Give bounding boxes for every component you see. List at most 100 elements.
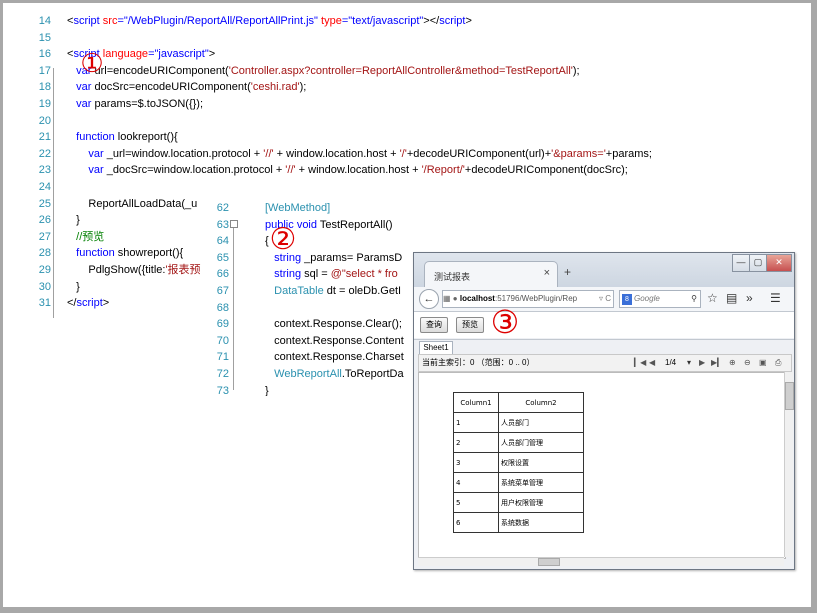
report-cell: 人员部门管理 (498, 432, 584, 453)
page-dropdown-icon[interactable]: ▾ (687, 355, 691, 371)
fit-page-icon[interactable]: ▣ (759, 355, 767, 371)
report-header-cell: Column1 (453, 392, 499, 413)
maximize-button[interactable]: ▢ (749, 254, 767, 272)
editor1-line-number: 28 (38, 247, 51, 260)
code-token: PdlgShow({title: (67, 263, 166, 276)
editor1-line-number: 30 (38, 280, 51, 293)
next-page-icon[interactable]: ▶ (699, 355, 705, 371)
code-token: function (76, 131, 115, 144)
search-icon[interactable]: ⚲ (691, 291, 697, 307)
code-token: context.Response.Clear(); (265, 318, 402, 331)
editor2-code-line: string sql = @"select * fro (265, 266, 419, 283)
editor2-code-line: context.Response.Content (265, 333, 419, 350)
table-row: 5 用户权限管理 (453, 492, 584, 513)
browser-tab[interactable]: 测试报表 × (424, 261, 558, 288)
editor2-line-number: 71 (216, 351, 229, 364)
report-cell: 1 (453, 412, 499, 433)
code-token: } (265, 384, 269, 396)
code-token: > (102, 297, 110, 310)
code-editor-controller: 62 63 64 65 66 67 68 69 70 71 72 73 [WebMethod] publ… (209, 196, 419, 396)
reading-list-icon[interactable]: ▤ (726, 291, 737, 305)
editor1-line-number: 15 (38, 31, 51, 44)
reload-icon[interactable]: ▿ C (599, 291, 611, 307)
report-toolbar: 当前主索引：0 （范围：0 .. 0） ▎◀ ◀ 1/4 ▾ ▶ ▶▎ ⊕ ⊖ … (418, 354, 792, 372)
code-token: > (465, 15, 472, 27)
editor2-line-number: 66 (216, 268, 229, 281)
table-row: 4 系统菜单管理 (453, 472, 584, 493)
vertical-scrollbar[interactable] (784, 372, 794, 557)
first-page-icon[interactable]: ▎◀ (634, 355, 646, 371)
print-icon[interactable]: ⎙ (775, 355, 781, 371)
editor1-line-number: 31 (38, 297, 51, 310)
page-toolbar: 查询 预览 ③ (414, 305, 794, 339)
prev-page-icon[interactable]: ◀ (649, 355, 655, 371)
report-cell: 用户权限管理 (498, 492, 584, 513)
report-cell: 权限设置 (498, 452, 584, 473)
report-cell: 2 (453, 432, 499, 453)
editor1-code-line: var _docSrc=window.location.protocol + '… (67, 162, 807, 179)
report-header-row: Column1 Column2 (453, 392, 584, 413)
code-token: script (73, 15, 103, 27)
last-page-icon[interactable]: ▶▎ (711, 355, 723, 371)
editor1-line-number: 21 (38, 131, 51, 144)
editor2-line-number: 70 (216, 334, 229, 347)
horizontal-scrollbar[interactable] (418, 557, 784, 566)
preview-button[interactable]: 预览 (456, 317, 484, 333)
editor2-line-number: 65 (216, 251, 229, 264)
search-box[interactable]: 8 Google ⚲ (619, 290, 701, 308)
report-cell: 人员部门 (498, 412, 584, 433)
overflow-chevron-icon[interactable]: » (746, 291, 753, 305)
sheet-tab[interactable]: Sheet1 (419, 341, 453, 354)
zoom-out-icon[interactable]: ⊖ (744, 355, 751, 371)
editor1-line-number: 23 (38, 164, 51, 177)
code-token: sql = (301, 268, 331, 281)
minimize-button[interactable]: — (732, 254, 750, 272)
editor1-code-line (67, 30, 807, 47)
editor1-line-number: 18 (38, 81, 51, 94)
table-row: 2 人员部门管理 (453, 432, 584, 453)
code-token: var (88, 147, 104, 160)
browser-titlebar: 测试报表 × + — ▢ ✕ (414, 253, 794, 288)
line-number-gutter: 14 15 16 17 18 19 20 21 22 23 24 25 26 27 28 29 30 31 (33, 13, 51, 312)
report-table: Column1 Column2 1 人员部门 2 人员部门管理 3 权限设置 4 系统菜单管理 5 用… (453, 392, 584, 533)
code-token: ></ (423, 15, 440, 27)
editor2-code-line: DataTable dt = oleDb.GetI (265, 283, 419, 300)
search-engine-icon: 8 (622, 294, 632, 305)
tab-close-icon[interactable]: × (544, 267, 550, 279)
code-token: _params= ParamsD (301, 251, 403, 264)
marker-circle-1: ① (79, 51, 105, 77)
query-button[interactable]: 查询 (420, 317, 448, 333)
back-arrow-icon[interactable]: ← (419, 289, 439, 309)
code-token: ="/WebPlugin/ReportAll/ReportAllPrint.js… (117, 15, 322, 27)
editor1-code-line: var docSrc=encodeURIComponent('ceshi.rad… (67, 79, 807, 96)
code-token: '//' (263, 147, 274, 160)
code-token: //预览 (67, 230, 105, 243)
new-tab-icon[interactable]: + (564, 265, 571, 279)
address-bar[interactable]: ▦ ● localhost:51796/WebPlugin/Rep ▿ C (442, 290, 614, 308)
url-path: :51796/WebPlugin/Rep (494, 294, 578, 303)
zoom-in-icon[interactable]: ⊕ (729, 355, 736, 371)
editor2-line-number: 73 (216, 384, 229, 396)
code-token: 'ceshi.rad' (250, 81, 300, 94)
editor2-line-number: 69 (216, 318, 229, 331)
slide: 14 15 16 17 18 19 20 21 22 23 24 25 26 27 28 29 30 31 <sc… (3, 3, 811, 607)
code-token: [WebMethod] (265, 202, 331, 214)
marker-2-text: ② (269, 222, 297, 257)
code-token: function (76, 247, 115, 260)
editor1-code-line (67, 179, 807, 196)
close-window-button[interactable]: ✕ (766, 254, 792, 272)
code-token: context.Response.Content (265, 334, 404, 347)
editor1-line-number: 25 (38, 197, 51, 210)
menu-icon[interactable]: ☰ (770, 291, 781, 305)
bookmark-star-icon[interactable]: ☆ (707, 291, 718, 305)
report-cell: 6 (453, 512, 499, 533)
editor1-code-line: ReportAllLoadData(_u (67, 196, 807, 213)
code-token: '报表预 (165, 263, 201, 276)
marker-circle-3: ③ (488, 305, 522, 339)
code-token: dt = oleDb.GetI (323, 284, 402, 297)
code-token: } (67, 280, 80, 293)
